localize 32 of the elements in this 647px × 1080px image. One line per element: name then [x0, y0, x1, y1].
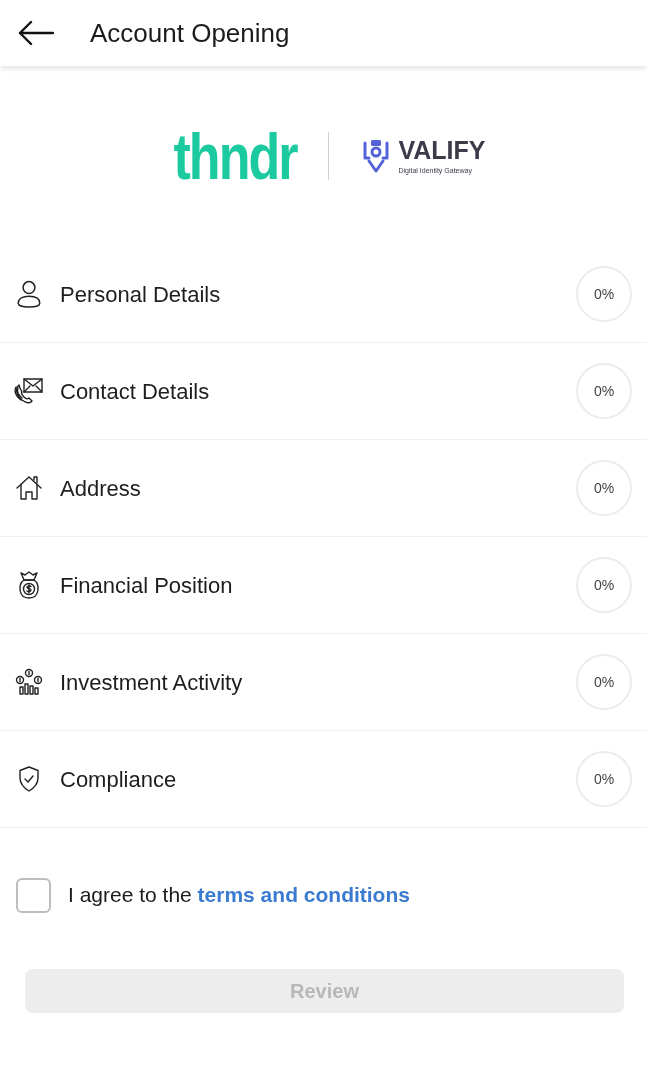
progress-ring: 0%: [576, 557, 632, 613]
section-title: Investment Activity: [60, 668, 243, 697]
section-row[interactable]: Financial Position 0%: [0, 537, 647, 634]
progress-ring: 0%: [576, 363, 632, 419]
money-bag-icon: [16, 570, 42, 600]
section-title: Address: [60, 474, 141, 503]
brand-logo: thndr: [173, 123, 297, 189]
section-title: Personal Details: [60, 280, 221, 309]
progress-ring: 0%: [576, 654, 632, 710]
section-title: Compliance: [60, 765, 177, 794]
progress-ring: 0%: [576, 460, 632, 516]
progress-ring: 0%: [576, 751, 632, 807]
shield-person-icon: [361, 138, 392, 174]
section-row[interactable]: Investment Activity 0%: [0, 634, 647, 731]
section-row[interactable]: Address 0%: [0, 440, 647, 537]
agree-checkbox[interactable]: [16, 877, 51, 913]
agreement-text: I agree to the terms and conditions: [68, 882, 410, 909]
partner-logo-name: VALIFY: [398, 138, 486, 163]
person-icon: [16, 280, 42, 308]
section-row[interactable]: Contact Details 0%: [0, 343, 647, 440]
section-title: Financial Position: [60, 571, 233, 600]
progress-ring: 0%: [576, 266, 632, 322]
envelope-phone-icon: [14, 377, 44, 405]
section-title: Contact Details: [60, 377, 210, 406]
shield-check-icon: [17, 765, 41, 793]
back-arrow-icon: [18, 20, 54, 46]
section-row[interactable]: Compliance 0%: [0, 731, 647, 828]
page-title: Account Opening: [90, 16, 290, 50]
section-row[interactable]: Personal Details 0%: [0, 246, 647, 343]
coins-bars-icon: [14, 668, 44, 696]
house-icon: [15, 474, 43, 502]
terms-link[interactable]: terms and conditions: [197, 883, 410, 907]
